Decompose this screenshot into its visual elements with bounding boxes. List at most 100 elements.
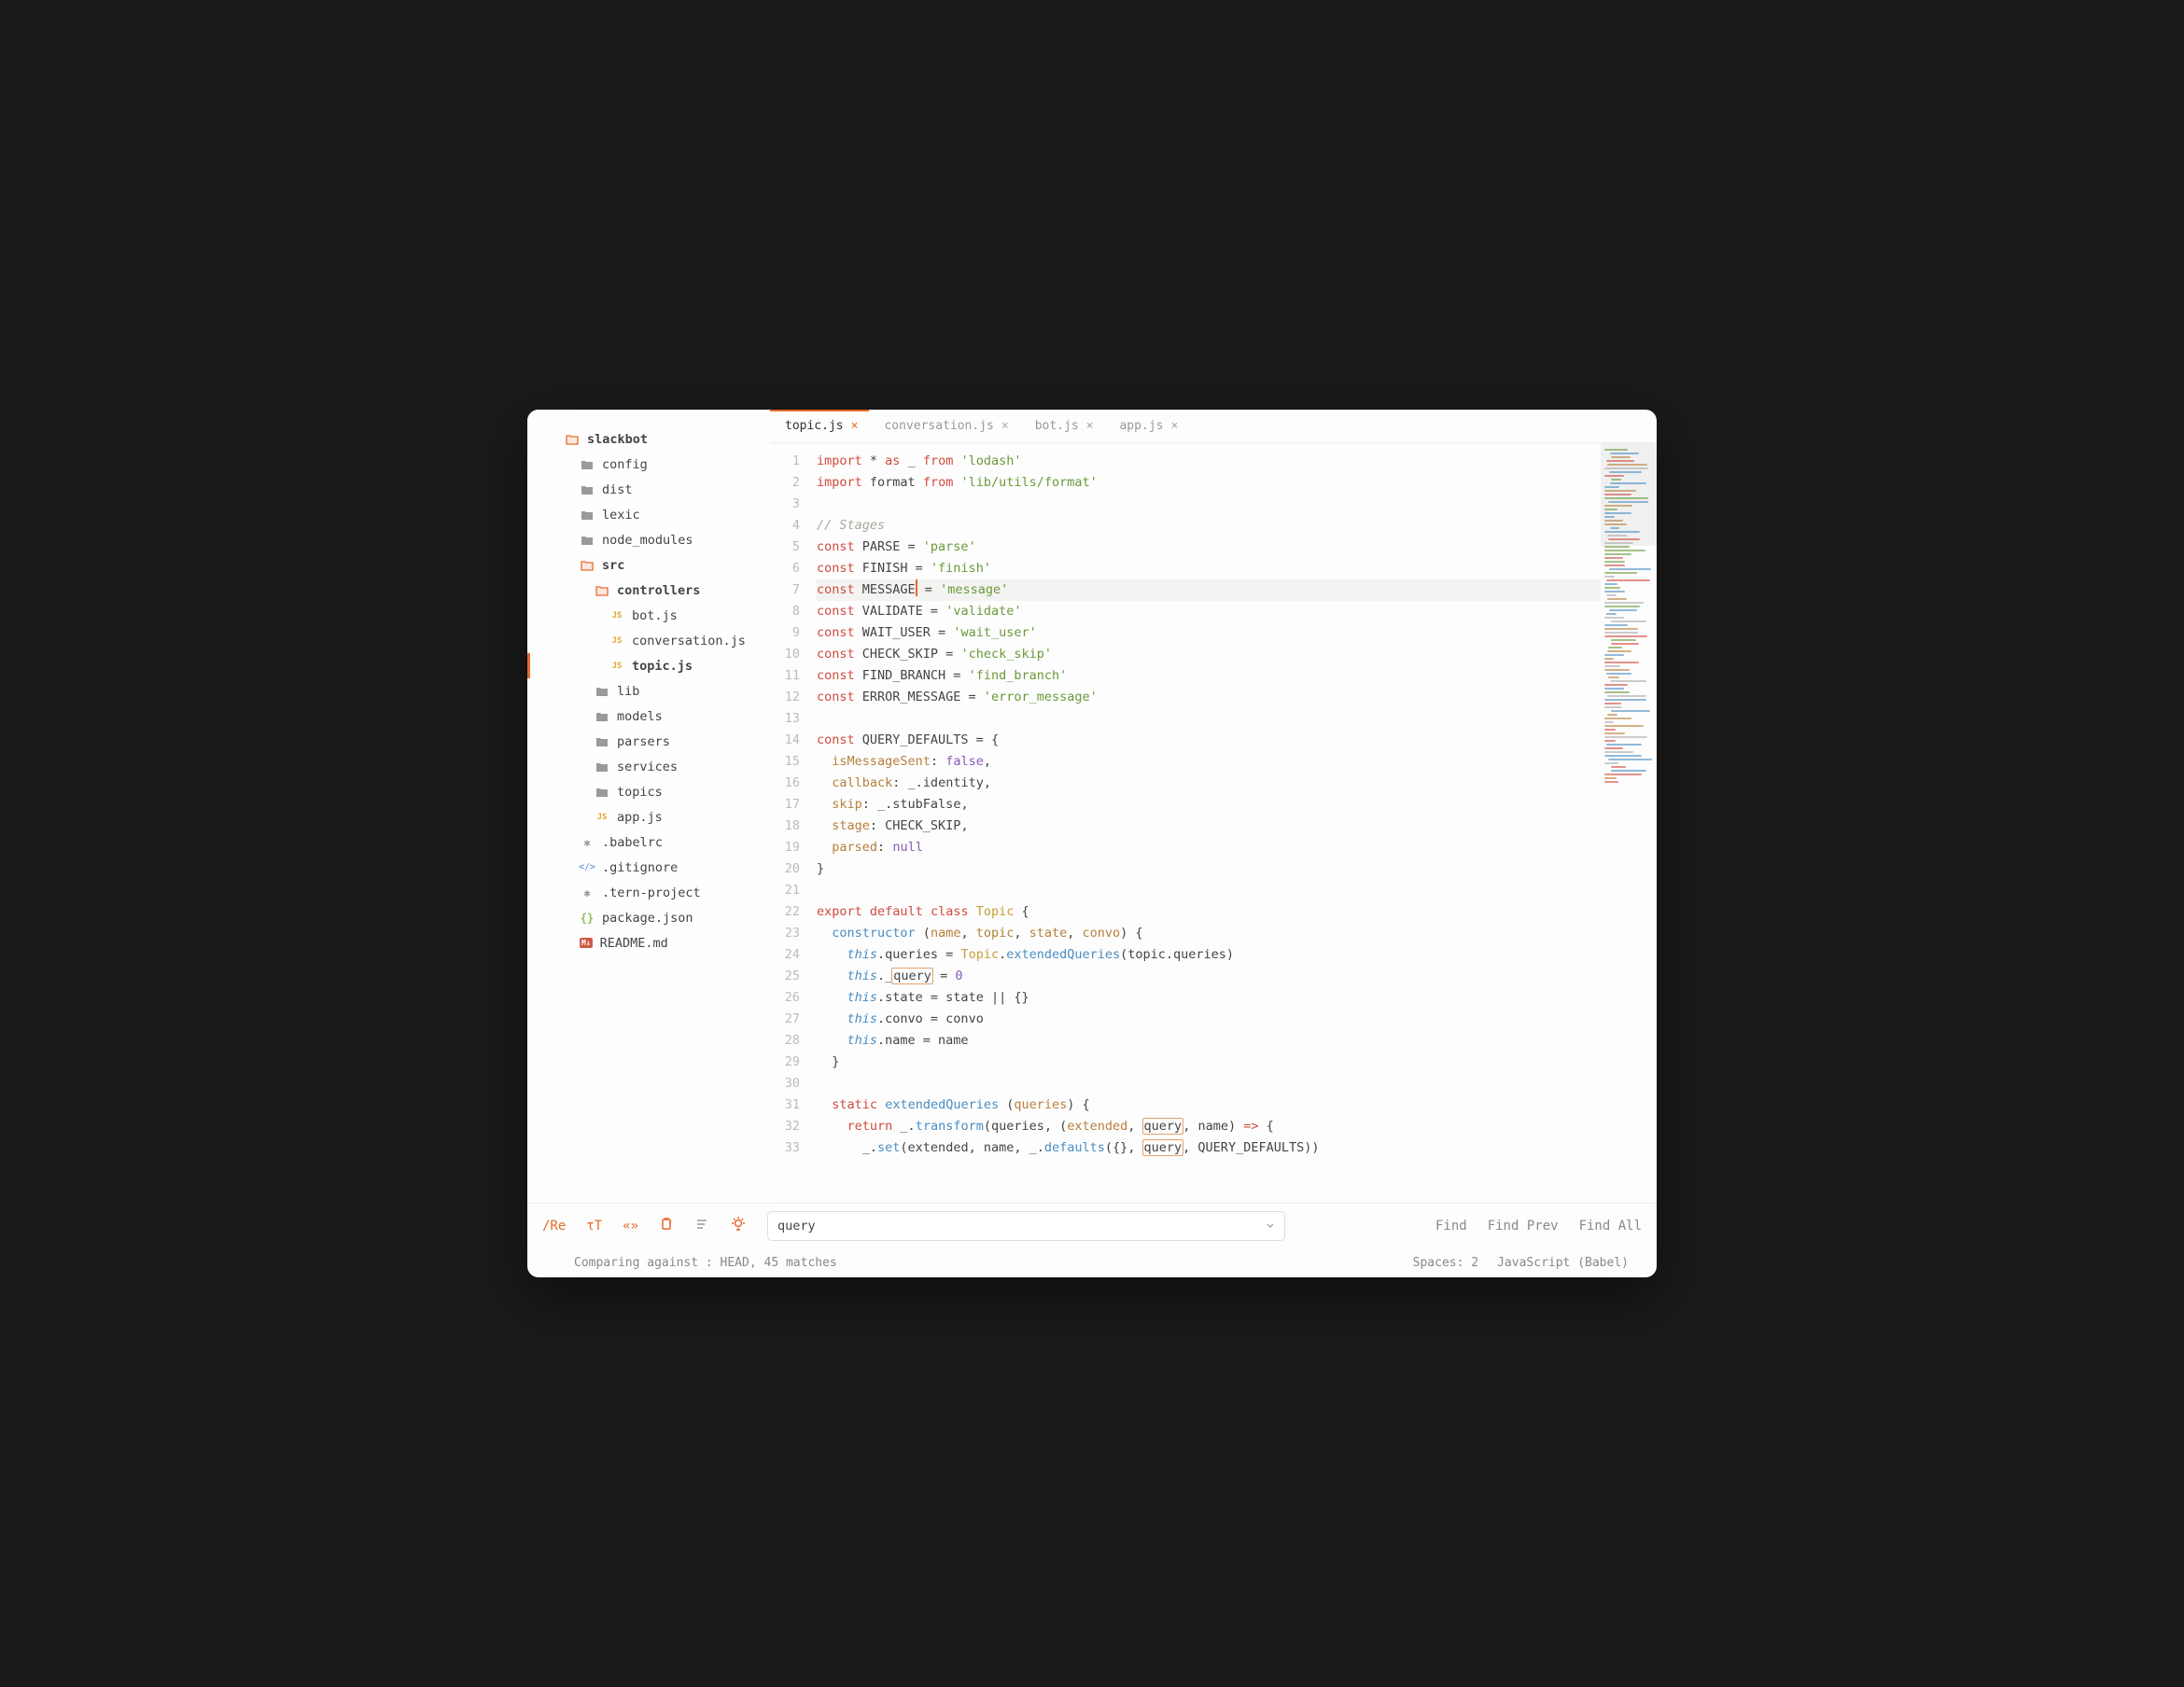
tree-label: models (617, 709, 663, 724)
code-line[interactable]: skip: _.stubFalse, (817, 794, 1601, 816)
minimap-line (1604, 662, 1639, 663)
tree-item-parsers[interactable]: parsers (527, 729, 770, 754)
code-line[interactable]: const PARSE = 'parse' (817, 537, 1601, 558)
tree-item-controllers[interactable]: controllers (527, 578, 770, 603)
code-line[interactable]: const MESSAGE = 'message' (817, 579, 1601, 601)
code-line[interactable] (817, 880, 1601, 901)
tree-item--babelrc[interactable]: ✱.babelrc (527, 830, 770, 855)
regex-toggle-icon[interactable]: /Re (542, 1219, 566, 1234)
tree-item-lexic[interactable]: lexic (527, 502, 770, 527)
code-area[interactable]: import * as _ from 'lodash'import format… (809, 443, 1601, 1203)
tree-label: slackbot (587, 432, 648, 447)
line-number: 20 (770, 858, 800, 880)
find-prev-button[interactable]: Find Prev (1488, 1219, 1559, 1234)
code-line[interactable]: this._query = 0 (817, 966, 1601, 987)
code-line[interactable] (817, 708, 1601, 730)
code-line[interactable]: const VALIDATE = 'validate' (817, 601, 1601, 622)
tree-item-readme-md[interactable]: M↓README.md (527, 930, 770, 955)
tree-item-bot-js[interactable]: JSbot.js (527, 603, 770, 628)
find-all-button[interactable]: Find All (1579, 1219, 1642, 1234)
code-line[interactable]: const QUERY_DEFAULTS = { (817, 730, 1601, 751)
tab-bot-js[interactable]: bot.js× (1020, 410, 1105, 442)
minimap-line (1604, 684, 1628, 686)
tab-app-js[interactable]: app.js× (1104, 410, 1189, 442)
tree-label: bot.js (632, 608, 678, 623)
minimap-line (1604, 475, 1624, 477)
tree-item-lib[interactable]: lib (527, 678, 770, 704)
tree-item-app-js[interactable]: JSapp.js (527, 804, 770, 830)
file-tree[interactable]: slackbot configdistlexicnode_modulessrc co… (527, 410, 770, 1203)
minimap-line (1610, 482, 1646, 484)
code-line[interactable]: const FINISH = 'finish' (817, 558, 1601, 579)
code-line[interactable]: this.state = state || {} (817, 987, 1601, 1009)
tree-label: src (602, 558, 624, 573)
tree-item-conversation-js[interactable]: JSconversation.js (527, 628, 770, 653)
minimap-line (1604, 467, 1648, 469)
code-line[interactable]: const CHECK_SKIP = 'check_skip' (817, 644, 1601, 665)
code-line[interactable]: static extendedQueries (queries) { (817, 1094, 1601, 1116)
code-line[interactable]: callback: _.identity, (817, 773, 1601, 794)
minimap[interactable] (1601, 443, 1657, 1203)
code-line[interactable]: return _.transform(queries, (extended, q… (817, 1116, 1601, 1137)
close-icon[interactable]: × (1001, 419, 1009, 433)
tree-item-dist[interactable]: dist (527, 477, 770, 502)
close-icon[interactable]: × (1170, 419, 1178, 433)
code-line[interactable]: } (817, 858, 1601, 880)
status-spaces[interactable]: Spaces: 2 (1413, 1256, 1478, 1270)
wrap-toggle-icon[interactable]: «» (623, 1219, 638, 1234)
minimap-line (1604, 449, 1628, 451)
minimap-line (1606, 613, 1617, 615)
code-line[interactable]: const WAIT_USER = 'wait_user' (817, 622, 1601, 644)
close-icon[interactable]: × (851, 419, 859, 433)
tree-item-package-json[interactable]: {}package.json (527, 905, 770, 930)
code-line[interactable]: // Stages (817, 515, 1601, 537)
find-button[interactable]: Find (1435, 1219, 1467, 1234)
close-icon[interactable]: × (1086, 419, 1094, 433)
folder-closed-icon (595, 710, 609, 723)
asterisk-icon: ✱ (580, 886, 595, 899)
code-line[interactable]: import * as _ from 'lodash' (817, 451, 1601, 472)
folder-closed-icon (580, 458, 595, 471)
line-number: 3 (770, 494, 800, 515)
tree-item-topic-js[interactable]: JStopic.js (527, 653, 770, 678)
code-line[interactable]: import format from 'lib/utils/format' (817, 472, 1601, 494)
code-line[interactable]: constructor (name, topic, state, convo) … (817, 923, 1601, 944)
clipboard-icon[interactable] (659, 1217, 674, 1235)
line-number: 19 (770, 837, 800, 858)
code-line[interactable]: this.name = name (817, 1030, 1601, 1052)
minimap-line (1604, 542, 1633, 544)
tree-item-topics[interactable]: topics (527, 779, 770, 804)
tab-conversation-js[interactable]: conversation.js× (869, 410, 1019, 442)
tree-item-src[interactable]: src (527, 552, 770, 578)
code-line[interactable]: this.convo = convo (817, 1009, 1601, 1030)
tree-item--gitignore[interactable]: </>.gitignore (527, 855, 770, 880)
code-line[interactable]: _.set(extended, name, _.defaults({}, que… (817, 1137, 1601, 1159)
minimap-line (1604, 718, 1631, 719)
code-line[interactable]: this.queries = Topic.extendedQueries(top… (817, 944, 1601, 966)
code-line[interactable]: stage: CHECK_SKIP, (817, 816, 1601, 837)
code-line[interactable]: isMessageSent: false, (817, 751, 1601, 773)
tree-item--tern-project[interactable]: ✱.tern-project (527, 880, 770, 905)
tree-item-slackbot[interactable]: slackbot (527, 426, 770, 452)
case-toggle-icon[interactable]: τT (586, 1219, 602, 1234)
tree-item-node-modules[interactable]: node_modules (527, 527, 770, 552)
code-line[interactable] (817, 1073, 1601, 1094)
tree-item-models[interactable]: models (527, 704, 770, 729)
tab-topic-js[interactable]: topic.js× (770, 410, 869, 442)
bulb-icon[interactable] (730, 1216, 747, 1236)
minimap-line (1606, 673, 1631, 675)
code-line[interactable]: } (817, 1052, 1601, 1073)
code-line[interactable]: parsed: null (817, 837, 1601, 858)
code-line[interactable]: const ERROR_MESSAGE = 'error_message' (817, 687, 1601, 708)
tree-item-config[interactable]: config (527, 452, 770, 477)
code-line[interactable]: const FIND_BRANCH = 'find_branch' (817, 665, 1601, 687)
minimap-line (1611, 479, 1621, 481)
code-line[interactable] (817, 494, 1601, 515)
search-input[interactable] (767, 1211, 1285, 1241)
selection-icon[interactable] (694, 1217, 709, 1235)
tree-item-services[interactable]: services (527, 754, 770, 779)
status-language[interactable]: JavaScript (Babel) (1497, 1256, 1629, 1270)
code-line[interactable]: export default class Topic { (817, 901, 1601, 923)
editor-body[interactable]: 1234567891011121314151617181920212223242… (770, 443, 1657, 1203)
line-number: 10 (770, 644, 800, 665)
